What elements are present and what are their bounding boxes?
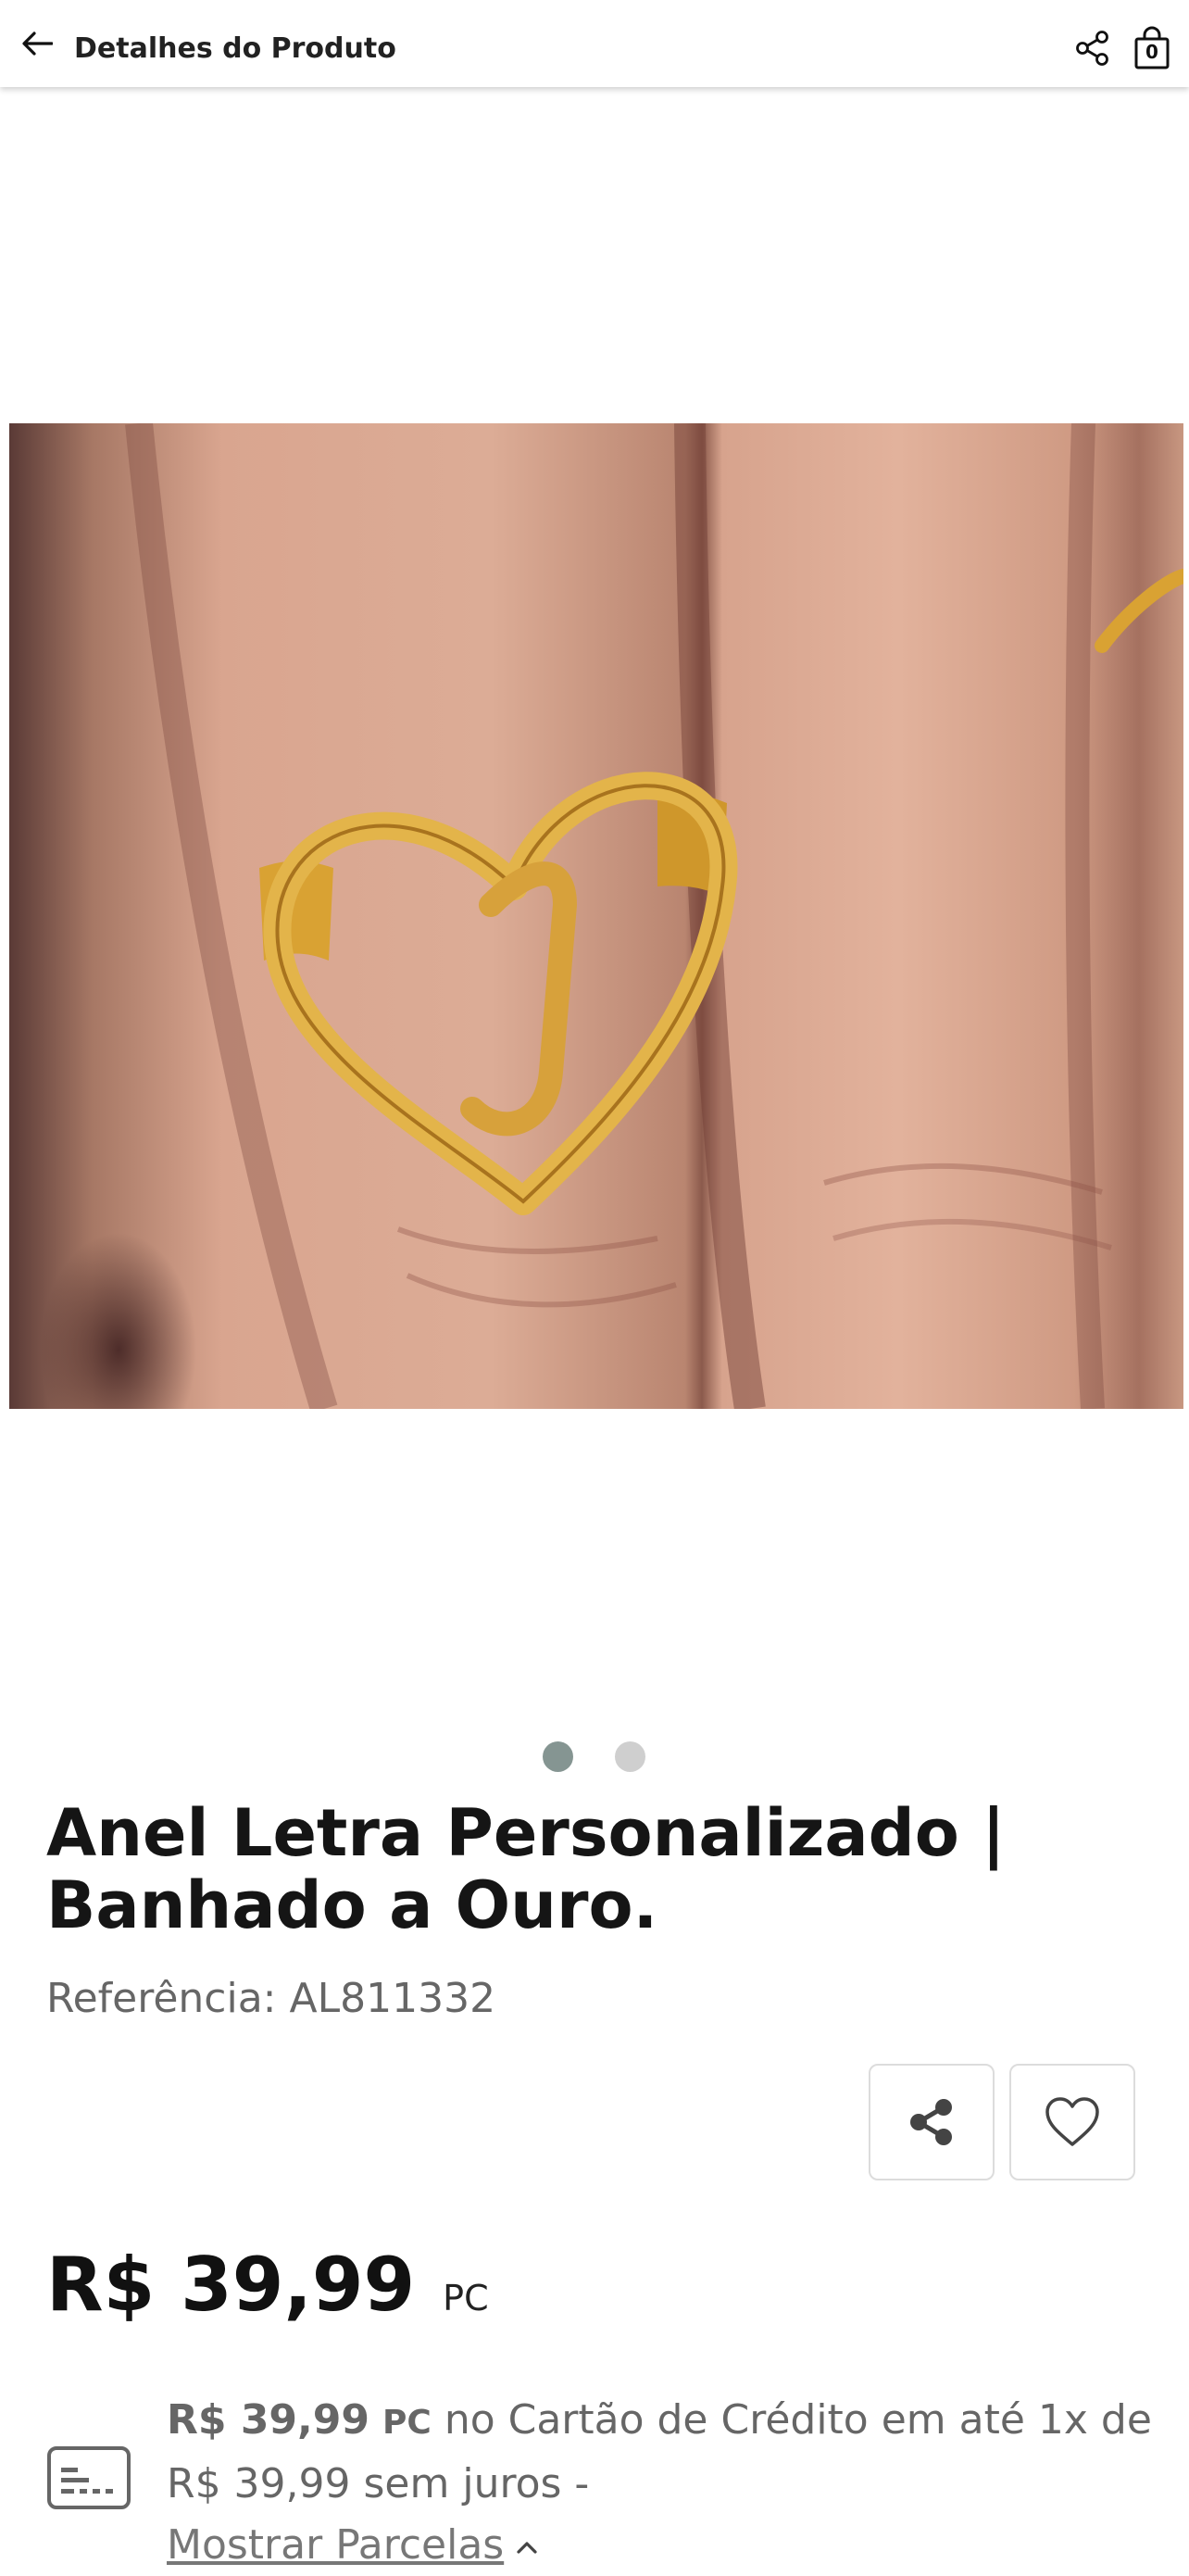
chevron-up-icon[interactable] bbox=[515, 2539, 539, 2556]
page-title: Detalhes do Produto bbox=[74, 32, 396, 65]
carousel-dot-1[interactable] bbox=[543, 1741, 573, 1772]
share-button[interactable] bbox=[869, 2064, 995, 2180]
price-value: R$ 39,99 bbox=[46, 2242, 416, 2328]
product-reference: Referência: AL811332 bbox=[46, 1975, 495, 2022]
installments-unit: PC bbox=[382, 2404, 432, 2442]
installments-text: R$ 39,99 PC no Cartão de Crédito em até … bbox=[167, 2390, 1176, 2576]
product-name: Anel Letra Personalizado | Banhado a Our… bbox=[46, 1795, 1006, 1943]
ring-photo-illustration bbox=[125, 423, 1183, 1409]
image-carousel-indicator bbox=[543, 1741, 654, 1775]
product-price: R$ 39,99 PC bbox=[46, 2242, 489, 2328]
top-app-bar: Detalhes do Produto 0 bbox=[0, 0, 1189, 87]
cart-button[interactable]: 0 bbox=[1132, 26, 1172, 70]
share-icon bbox=[1076, 31, 1108, 66]
cart-count-badge: 0 bbox=[1145, 41, 1158, 63]
reference-value: AL811332 bbox=[289, 1975, 496, 2022]
carousel-dot-2[interactable] bbox=[615, 1741, 645, 1772]
favorite-button[interactable] bbox=[1009, 2064, 1135, 2180]
back-button[interactable] bbox=[17, 28, 57, 59]
header-share-button[interactable] bbox=[1074, 30, 1111, 67]
share-icon bbox=[910, 2099, 952, 2145]
arrow-left-icon bbox=[22, 31, 53, 56]
heart-icon bbox=[1045, 2097, 1099, 2146]
reference-label: Referência: bbox=[46, 1975, 277, 2022]
credit-card-icon bbox=[47, 2446, 131, 2509]
price-unit: PC bbox=[443, 2278, 489, 2318]
product-image[interactable] bbox=[9, 423, 1183, 1409]
show-installments-link[interactable]: Mostrar Parcelas bbox=[167, 2521, 504, 2569]
installments-price: R$ 39,99 bbox=[167, 2396, 369, 2444]
